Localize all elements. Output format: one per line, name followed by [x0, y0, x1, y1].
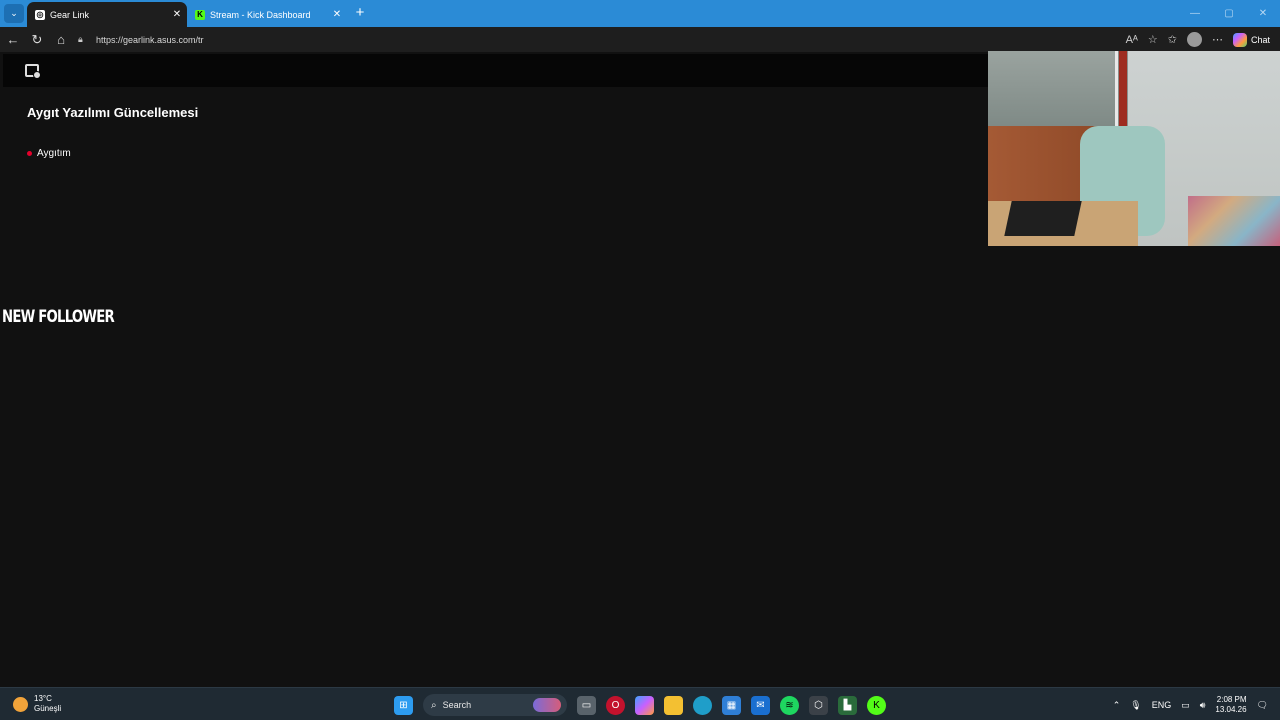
- window-controls: — ▢ ✕: [1178, 0, 1280, 27]
- copilot-app-icon[interactable]: [635, 695, 654, 715]
- refresh-icon[interactable]: ↻: [29, 32, 45, 48]
- device-settings-icon[interactable]: [25, 64, 41, 79]
- page-header: [3, 54, 988, 87]
- weather-widget[interactable]: 13°C Güneşli: [13, 694, 61, 714]
- taskbar-apps: ⊞ ⌕ Search ▭ O ▦ ✉ ≋ ⬡ ▙ K: [394, 693, 886, 717]
- page-title: Aygıt Yazılımı Güncellemesi: [27, 105, 199, 120]
- close-icon[interactable]: ✕: [170, 9, 184, 20]
- maximize-icon[interactable]: ▢: [1212, 0, 1246, 27]
- device-label: Aygıtım: [37, 148, 71, 159]
- copilot-chat-button[interactable]: Chat: [1232, 32, 1270, 47]
- chat-label: Chat: [1250, 34, 1270, 45]
- notification-icon[interactable]: 🗨︎: [1257, 700, 1268, 711]
- favorite-star-icon[interactable]: ☆: [1148, 33, 1158, 46]
- lock-icon: 🔒︎: [78, 34, 83, 44]
- volume-icon[interactable]: 🔊︎: [1200, 700, 1206, 711]
- tab-title: Stream - Kick Dashboard: [210, 9, 311, 20]
- unity-icon[interactable]: ⬡: [809, 695, 828, 715]
- microphone-icon[interactable]: 🎙︎: [1130, 700, 1141, 711]
- status-dot: [27, 151, 32, 156]
- language-indicator[interactable]: ENG: [1152, 700, 1172, 710]
- browser-toolbar: Aᴬ ☆ ✩ ⋯ Chat: [1126, 31, 1270, 48]
- favorites-icon[interactable]: ✩: [1168, 33, 1177, 46]
- address-bar-row: ← ↻ ⌂ 🔒︎ https://gearlink.asus.com/tr Aᴬ…: [0, 27, 1280, 52]
- minimize-icon[interactable]: —: [1178, 0, 1212, 27]
- device-list-item[interactable]: Aygıtım: [27, 148, 71, 159]
- webcam-laptop: [1004, 201, 1082, 236]
- taskbar: 13°C Güneşli ⊞ ⌕ Search ▭ O ▦ ✉ ≋ ⬡ ▙ K …: [0, 687, 1280, 720]
- kick-icon: K: [195, 9, 205, 20]
- back-arrow-icon[interactable]: ←: [5, 32, 21, 48]
- gear-link-icon: ◎: [35, 9, 45, 20]
- webcam-overlay: [988, 51, 1280, 246]
- tab-gear-link[interactable]: ◎ Gear Link ✕: [27, 2, 187, 27]
- read-aloud-icon[interactable]: Aᴬ: [1126, 34, 1138, 46]
- home-icon[interactable]: ⌂: [53, 32, 69, 48]
- close-icon[interactable]: ✕: [330, 9, 344, 20]
- new-tab-button[interactable]: +: [352, 5, 368, 21]
- sun-icon: [13, 696, 28, 712]
- weather-temp: 13°C: [34, 694, 52, 703]
- opera-icon[interactable]: O: [606, 695, 625, 715]
- app-icon[interactable]: ▙: [838, 695, 857, 715]
- search-highlight-icon: [533, 698, 561, 712]
- system-tray: ⌃ 🎙︎ ENG ▭ 🔊︎ 2:08 PM 13.04.26 🗨︎: [1113, 693, 1268, 717]
- tab-title: Gear Link: [50, 9, 90, 20]
- url-text: https://gearlink.asus.com/tr: [96, 34, 204, 45]
- chevron-up-icon[interactable]: ⌃: [1113, 700, 1121, 711]
- tab-actions-menu-button[interactable]: ⌄: [4, 4, 24, 23]
- search-icon: ⌕: [431, 699, 437, 711]
- store-icon[interactable]: ▦: [722, 695, 741, 715]
- clock-time: 2:08 PM: [1216, 695, 1247, 704]
- tab-kick-dashboard[interactable]: K Stream - Kick Dashboard ✕: [187, 2, 347, 27]
- kick-app-icon[interactable]: K: [867, 695, 886, 715]
- edge-icon[interactable]: [693, 695, 712, 715]
- mail-icon[interactable]: ✉: [751, 695, 770, 715]
- profile-avatar[interactable]: [1186, 32, 1202, 47]
- close-window-icon[interactable]: ✕: [1246, 0, 1280, 27]
- webcam-rug: [1188, 196, 1280, 246]
- new-follower-overlay: NEW FOLLOWER: [2, 307, 115, 327]
- copilot-icon: [1232, 32, 1247, 47]
- network-icon[interactable]: ▭: [1181, 700, 1190, 711]
- clock[interactable]: 2:08 PM 13.04.26: [1215, 695, 1246, 715]
- webcam-window-glass: [988, 51, 1118, 126]
- url-field[interactable]: 🔒︎ https://gearlink.asus.com/tr: [78, 30, 1108, 49]
- windows-start-icon[interactable]: ⊞: [394, 695, 413, 715]
- spotify-icon[interactable]: ≋: [780, 695, 799, 715]
- taskbar-search[interactable]: ⌕ Search: [423, 694, 567, 716]
- clock-date: 13.04.26: [1215, 705, 1247, 714]
- more-options-icon[interactable]: ⋯: [1212, 33, 1223, 46]
- chevron-down-icon: ⌄: [10, 8, 18, 18]
- browser-tab-strip: ⌄ ◎ Gear Link ✕ K Stream - Kick Dashboar…: [0, 0, 1280, 27]
- file-explorer-icon[interactable]: [664, 695, 683, 715]
- weather-condition: Güneşli: [34, 704, 62, 713]
- search-label: Search: [442, 700, 472, 710]
- task-view-icon[interactable]: ▭: [577, 695, 596, 715]
